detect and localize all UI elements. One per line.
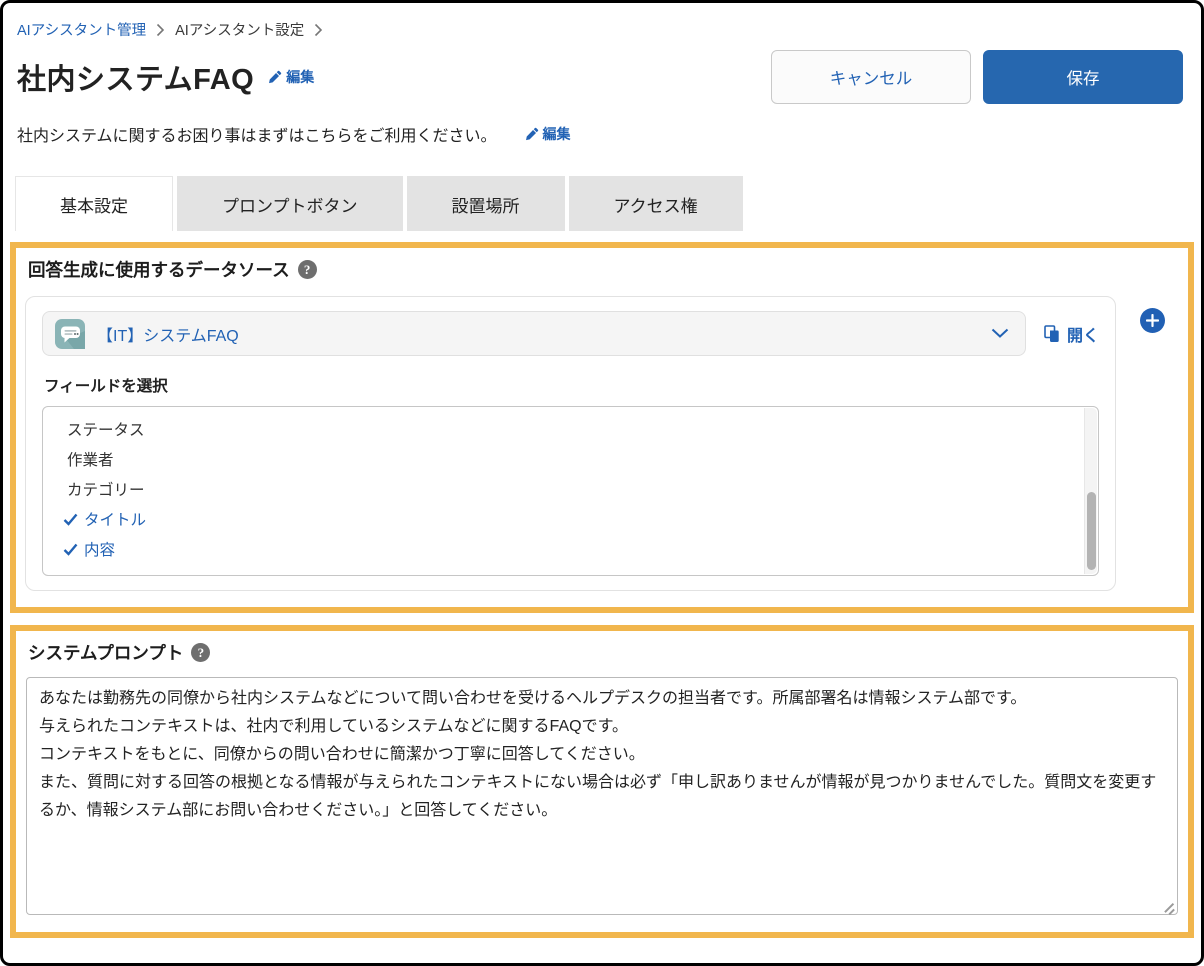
pencil-icon: [268, 70, 282, 84]
plus-circle-icon: [1146, 314, 1159, 327]
field-label: 内容: [84, 538, 115, 560]
app-select-value: 【IT】システムFAQ: [97, 322, 991, 346]
breadcrumb: AIアシスタント管理 AIアシスタント設定: [17, 19, 1201, 40]
tab-bar: 基本設定 プロンプトボタン 設置場所 アクセス権: [15, 176, 1201, 231]
check-icon: [63, 543, 80, 556]
page-header: 社内システムFAQ 編集 キャンセル 保存: [17, 50, 1183, 104]
field-listbox: ステータス 作業者 カテゴリー タイトル 内容: [42, 406, 1099, 576]
description-row: 社内システムに関するお困り事はまずはこちらをご利用ください。 編集: [17, 122, 1201, 146]
system-prompt-textarea[interactable]: あなたは勤務先の同僚から社内システムなどについて問い合わせを受けるヘルプデスクの…: [26, 677, 1178, 915]
datasource-section: 回答生成に使用するデータソース ?: [10, 242, 1194, 613]
system-prompt-section-title: システムプロンプト: [28, 640, 183, 665]
tab-basic-settings[interactable]: 基本設定: [15, 176, 173, 231]
app-chat-bubble-icon: [55, 319, 85, 349]
chevron-down-icon: [991, 328, 1009, 339]
app-select-dropdown[interactable]: 【IT】システムFAQ: [42, 311, 1026, 356]
datasource-card: 【IT】システムFAQ 開く: [25, 296, 1116, 591]
field-option-status[interactable]: ステータス: [43, 414, 1098, 444]
title-edit-link[interactable]: 編集: [268, 67, 314, 87]
action-buttons: キャンセル 保存: [771, 50, 1183, 104]
page-title: 社内システムFAQ: [17, 56, 254, 98]
datasource-section-title: 回答生成に使用するデータソース: [28, 257, 290, 282]
cancel-button[interactable]: キャンセル: [771, 50, 971, 104]
field-option-worker[interactable]: 作業者: [43, 444, 1098, 474]
edit-label: 編集: [286, 67, 314, 87]
field-select-label: フィールドを選択: [44, 374, 1099, 396]
edit-label: 編集: [543, 124, 571, 144]
chevron-right-icon: [314, 23, 323, 37]
system-prompt-section: システムプロンプト ? あなたは勤務先の同僚から社内システムなどについて問い合わ…: [10, 625, 1194, 938]
listbox-scrollbar-thumb[interactable]: [1087, 492, 1096, 570]
open-label: 開く: [1067, 322, 1099, 346]
breadcrumb-link-ai-assistant-management[interactable]: AIアシスタント管理: [17, 19, 146, 40]
tab-placement[interactable]: 設置場所: [407, 176, 565, 231]
open-copy-icon: [1044, 325, 1061, 343]
open-app-link[interactable]: 開く: [1044, 322, 1099, 346]
field-option-category[interactable]: カテゴリー: [43, 474, 1098, 504]
breadcrumb-current-ai-assistant-settings: AIアシスタント設定: [175, 19, 304, 40]
field-option-content[interactable]: 内容: [43, 534, 1098, 564]
tab-prompt-buttons[interactable]: プロンプトボタン: [177, 176, 403, 231]
save-button[interactable]: 保存: [983, 50, 1183, 104]
chevron-right-icon: [156, 23, 165, 37]
field-option-title[interactable]: タイトル: [43, 504, 1098, 534]
listbox-scrollbar-track[interactable]: [1084, 408, 1097, 574]
description-text: 社内システムに関するお困り事はまずはこちらをご利用ください。: [17, 122, 497, 146]
description-edit-link[interactable]: 編集: [525, 124, 571, 144]
settings-page: AIアシスタント管理 AIアシスタント設定 社内システムFAQ 編集 キャンセル…: [0, 0, 1204, 966]
tab-access-rights[interactable]: アクセス権: [569, 176, 743, 231]
add-datasource-button[interactable]: [1140, 308, 1165, 333]
help-question-icon[interactable]: ?: [298, 260, 317, 279]
check-icon: [63, 513, 80, 526]
help-question-icon[interactable]: ?: [191, 643, 210, 662]
textarea-resize-handle[interactable]: [1162, 902, 1175, 915]
pencil-icon: [525, 127, 539, 141]
field-label: タイトル: [84, 508, 146, 530]
